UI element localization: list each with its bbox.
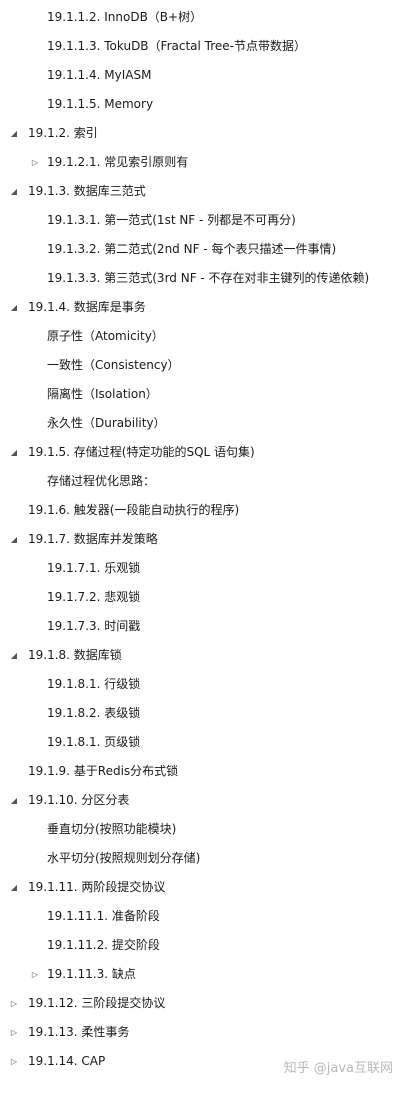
tree-item-label: 19.1.7.3. 时间戳: [47, 619, 141, 633]
expanded-triangle-icon[interactable]: ◢: [9, 650, 19, 660]
tree-item[interactable]: ▷ 19.1.13. 柔性事务: [0, 1017, 405, 1046]
tree-item-label: 19.1.2. 索引: [28, 126, 98, 140]
tree-item-label: 19.1.13. 柔性事务: [28, 1025, 130, 1039]
collapsed-triangle-icon[interactable]: ▷: [9, 998, 19, 1008]
tree-item-label: 19.1.3.3. 第三范式(3rd NF - 不存在对非主键列的传递依赖): [47, 271, 370, 285]
tree-item[interactable]: 隔离性（Isolation）: [0, 379, 405, 408]
expanded-triangle-icon[interactable]: ◢: [9, 186, 19, 196]
tree-item-label: 隔离性（Isolation）: [47, 387, 158, 401]
tree-item-label: 19.1.11.3. 缺点: [47, 967, 136, 981]
tree-item[interactable]: 原子性（Atomicity）: [0, 321, 405, 350]
tree-item[interactable]: 19.1.1.2. InnoDB（B+树）: [0, 2, 405, 31]
tree-item[interactable]: ◢ 19.1.11. 两阶段提交协议: [0, 872, 405, 901]
tree-item[interactable]: ▷ 19.1.2.1. 常见索引原则有: [0, 147, 405, 176]
tree-item-label: 一致性（Consistency）: [47, 358, 180, 372]
tree-item-label: 水平切分(按照规则划分存储): [47, 851, 201, 865]
tree-item[interactable]: 19.1.8.2. 表级锁: [0, 698, 405, 727]
tree-item[interactable]: 19.1.6. 触发器(一段能自动执行的程序): [0, 495, 405, 524]
tree-item[interactable]: 19.1.8.1. 页级锁: [0, 727, 405, 756]
tree-item-label: 19.1.12. 三阶段提交协议: [28, 996, 166, 1010]
tree-item-label: 19.1.8.1. 行级锁: [47, 677, 141, 691]
tree-item[interactable]: 19.1.1.3. TokuDB（Fractal Tree-节点带数据）: [0, 31, 405, 60]
watermark: 知乎 @java互联网: [283, 1061, 393, 1076]
expanded-triangle-icon[interactable]: ◢: [9, 882, 19, 892]
tree-item-label: 19.1.3.2. 第二范式(2nd NF - 每个表只描述一件事情): [47, 242, 337, 256]
tree-item-label: 19.1.11.2. 提交阶段: [47, 938, 160, 952]
tree-item[interactable]: 一致性（Consistency）: [0, 350, 405, 379]
tree-item[interactable]: ◢ 19.1.3. 数据库三范式: [0, 176, 405, 205]
tree-item-label: 19.1.3. 数据库三范式: [28, 184, 146, 198]
tree-item[interactable]: 水平切分(按照规则划分存储): [0, 843, 405, 872]
collapsed-triangle-icon[interactable]: ▷: [30, 157, 40, 167]
tree-item-label: 19.1.3.1. 第一范式(1st NF - 列都是不可再分): [47, 213, 296, 227]
tree-item[interactable]: ▷ 19.1.11.3. 缺点: [0, 959, 405, 988]
tree-item[interactable]: 19.1.11.2. 提交阶段: [0, 930, 405, 959]
expanded-triangle-icon[interactable]: ◢: [9, 795, 19, 805]
tree-item[interactable]: ◢ 19.1.7. 数据库并发策略: [0, 524, 405, 553]
expanded-triangle-icon[interactable]: ◢: [9, 302, 19, 312]
tree-item-label: 19.1.8.2. 表级锁: [47, 706, 141, 720]
tree-item-label: 存储过程优化思路：: [47, 474, 156, 488]
tree-item-label: 19.1.11.1. 准备阶段: [47, 909, 160, 923]
tree-item[interactable]: 19.1.3.1. 第一范式(1st NF - 列都是不可再分): [0, 205, 405, 234]
tree-item[interactable]: 19.1.7.3. 时间戳: [0, 611, 405, 640]
tree-item-label: 19.1.14. CAP: [28, 1053, 106, 1068]
tree-item[interactable]: 永久性（Durability）: [0, 408, 405, 437]
tree-item[interactable]: ◢ 19.1.4. 数据库是事务: [0, 292, 405, 321]
tree-item-label: 19.1.8. 数据库锁: [28, 648, 122, 662]
tree-item-label: 19.1.1.3. TokuDB（Fractal Tree-节点带数据）: [47, 39, 306, 53]
tree-item[interactable]: 19.1.11.1. 准备阶段: [0, 901, 405, 930]
tree-item[interactable]: ◢ 19.1.8. 数据库锁: [0, 640, 405, 669]
tree-item[interactable]: 19.1.9. 基于Redis分布式锁: [0, 756, 405, 785]
expanded-triangle-icon[interactable]: ◢: [9, 128, 19, 138]
tree-item[interactable]: 19.1.7.1. 乐观锁: [0, 553, 405, 582]
tree-item-label: 原子性（Atomicity）: [47, 329, 164, 343]
expanded-triangle-icon[interactable]: ◢: [9, 534, 19, 544]
tree-item-label: 19.1.1.4. MyIASM: [47, 67, 152, 82]
tree-item[interactable]: 垂直切分(按照功能模块): [0, 814, 405, 843]
tree-item[interactable]: ◢ 19.1.2. 索引: [0, 118, 405, 147]
tree-item[interactable]: 19.1.7.2. 悲观锁: [0, 582, 405, 611]
tree-item-label: 19.1.10. 分区分表: [28, 793, 130, 807]
collapsed-triangle-icon[interactable]: ▷: [9, 1056, 19, 1066]
tree-item[interactable]: ◢ 19.1.10. 分区分表: [0, 785, 405, 814]
tree-item-label: 垂直切分(按照功能模块): [47, 822, 177, 836]
tree-item-label: 19.1.5. 存储过程(特定功能的SQL 语句集): [28, 445, 255, 459]
tree-item-label: 19.1.7.2. 悲观锁: [47, 590, 141, 604]
tree-item-label: 19.1.4. 数据库是事务: [28, 300, 146, 314]
tree-item-label: 19.1.11. 两阶段提交协议: [28, 880, 166, 894]
tree-item-label: 19.1.1.5. Memory: [47, 96, 154, 111]
collapsed-triangle-icon[interactable]: ▷: [9, 1027, 19, 1037]
collapsed-triangle-icon[interactable]: ▷: [30, 969, 40, 979]
tree-item-label: 永久性（Durability）: [47, 416, 166, 430]
tree-item[interactable]: ◢ 19.1.5. 存储过程(特定功能的SQL 语句集): [0, 437, 405, 466]
tree-item-label: 19.1.6. 触发器(一段能自动执行的程序): [28, 503, 240, 517]
tree-item-label: 19.1.1.2. InnoDB（B+树）: [47, 10, 203, 24]
tree-item[interactable]: 19.1.3.2. 第二范式(2nd NF - 每个表只描述一件事情): [0, 234, 405, 263]
tree-item[interactable]: 19.1.1.4. MyIASM: [0, 60, 405, 89]
tree-item-label: 19.1.2.1. 常见索引原则有: [47, 155, 189, 169]
tree-item[interactable]: 19.1.3.3. 第三范式(3rd NF - 不存在对非主键列的传递依赖): [0, 263, 405, 292]
expanded-triangle-icon[interactable]: ◢: [9, 447, 19, 457]
tree-item[interactable]: 存储过程优化思路：: [0, 466, 405, 495]
tree-item[interactable]: 19.1.8.1. 行级锁: [0, 669, 405, 698]
tree-item[interactable]: ▷ 19.1.12. 三阶段提交协议: [0, 988, 405, 1017]
tree-item-label: 19.1.7. 数据库并发策略: [28, 532, 158, 546]
tree-item-label: 19.1.9. 基于Redis分布式锁: [28, 764, 179, 778]
tree-item[interactable]: 19.1.1.5. Memory: [0, 89, 405, 118]
tree-item-label: 19.1.8.1. 页级锁: [47, 735, 141, 749]
tree-item-label: 19.1.7.1. 乐观锁: [47, 561, 141, 575]
